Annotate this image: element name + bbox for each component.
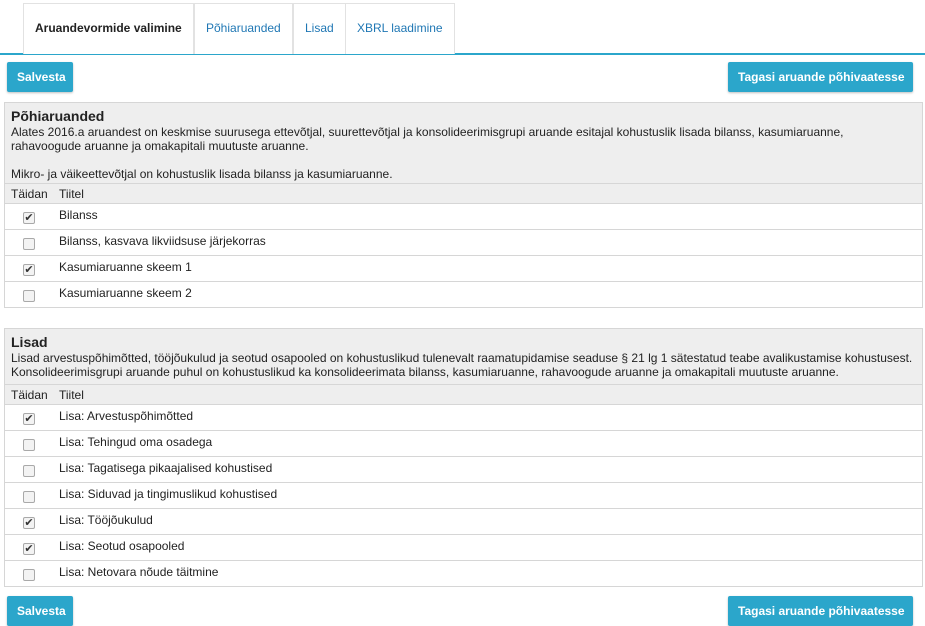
main-reports-header: Põhiaruanded Alates 2016.a aruandest on … xyxy=(5,103,922,183)
checkbox-unchecked[interactable] xyxy=(23,569,35,581)
tab-form-selection[interactable]: Aruandevormide valimine xyxy=(23,3,194,54)
row-title: Kasumiaruanne skeem 2 xyxy=(59,286,192,300)
table-row: ✔ Kasumiaruanne skeem 1 xyxy=(5,255,922,281)
notes-desc-1: Lisad arvestuspõhimõtted, tööjõukulud ja… xyxy=(11,351,913,365)
row-title: Bilanss xyxy=(59,208,98,222)
column-fill: Täidan xyxy=(11,388,48,402)
checkbox-unchecked[interactable] xyxy=(23,465,35,477)
notes-column-header: Täidan Tiitel xyxy=(5,384,922,404)
tab-bar: Aruandevormide valimine Põhiaruanded Lis… xyxy=(0,0,925,55)
row-title: Lisa: Tööjõukulud xyxy=(59,513,153,527)
checkbox-unchecked[interactable] xyxy=(23,439,35,451)
table-row: Lisa: Netovara nõude täitmine xyxy=(5,560,922,586)
checkbox-checked[interactable]: ✔ xyxy=(23,517,35,529)
column-fill: Täidan xyxy=(11,187,48,201)
row-title: Lisa: Seotud osapooled xyxy=(59,539,185,553)
main-reports-description: Alates 2016.a aruandest on keskmise suur… xyxy=(5,125,922,183)
tab-notes[interactable]: Lisad xyxy=(293,3,346,54)
checkbox-unchecked[interactable] xyxy=(23,238,35,250)
row-title: Bilanss, kasvava likviidsuse järjekorras xyxy=(59,234,266,248)
main-reports-section: Põhiaruanded Alates 2016.a aruandest on … xyxy=(4,102,923,308)
table-row: Lisa: Siduvad ja tingimuslikud kohustise… xyxy=(5,482,922,508)
checkbox-unchecked[interactable] xyxy=(23,290,35,302)
table-row: ✔ Lisa: Seotud osapooled xyxy=(5,534,922,560)
notes-description: Lisad arvestuspõhimõtted, tööjõukulud ja… xyxy=(5,351,922,384)
notes-section: Lisad Lisad arvestuspõhimõtted, tööjõuku… xyxy=(4,328,923,587)
notes-header: Lisad Lisad arvestuspõhimõtted, tööjõuku… xyxy=(5,329,922,384)
main-reports-desc-2: Mikro- ja väikeettevõtjal on kohustuslik… xyxy=(11,167,393,181)
main-reports-title: Põhiaruanded xyxy=(11,108,105,124)
notes-title: Lisad xyxy=(11,334,48,350)
column-title: Tiitel xyxy=(59,388,84,402)
table-row: Bilanss, kasvava likviidsuse järjekorras xyxy=(5,229,922,255)
notes-desc-2: Konsolideerimisgrupi aruande puhul on ko… xyxy=(11,365,839,379)
tab-main-reports[interactable]: Põhiaruanded xyxy=(194,3,293,54)
row-title: Kasumiaruanne skeem 1 xyxy=(59,260,192,274)
checkbox-checked[interactable]: ✔ xyxy=(23,413,35,425)
table-row: ✔ Lisa: Tööjõukulud xyxy=(5,508,922,534)
column-title: Tiitel xyxy=(59,187,84,201)
main-reports-desc-1: Alates 2016.a aruandest on keskmise suur… xyxy=(11,125,844,153)
row-title: Lisa: Arvestuspõhimõtted xyxy=(59,409,194,423)
table-row: Kasumiaruanne skeem 2 xyxy=(5,281,922,307)
back-to-main-view-button[interactable]: Tagasi aruande põhivaatesse xyxy=(728,62,913,92)
table-row: ✔ Bilanss xyxy=(5,203,922,229)
row-title: Lisa: Netovara nõude täitmine xyxy=(59,565,219,579)
main-reports-column-header: Täidan Tiitel xyxy=(5,183,922,203)
table-row: Lisa: Tehingud oma osadega xyxy=(5,430,922,456)
checkbox-checked[interactable]: ✔ xyxy=(23,543,35,555)
back-to-main-view-button-bottom[interactable]: Tagasi aruande põhivaatesse xyxy=(728,596,913,626)
table-row: Lisa: Tagatisega pikaajalised kohustised xyxy=(5,456,922,482)
checkbox-checked[interactable]: ✔ xyxy=(23,212,35,224)
save-button[interactable]: Salvesta xyxy=(7,62,73,92)
checkbox-checked[interactable]: ✔ xyxy=(23,264,35,276)
row-title: Lisa: Tehingud oma osadega xyxy=(59,435,213,449)
row-title: Lisa: Tagatisega pikaajalised kohustised xyxy=(59,461,273,475)
row-title: Lisa: Siduvad ja tingimuslikud kohustise… xyxy=(59,487,278,501)
tab-xbrl-upload[interactable]: XBRL laadimine xyxy=(345,3,455,54)
checkbox-unchecked[interactable] xyxy=(23,491,35,503)
save-button-bottom[interactable]: Salvesta xyxy=(7,596,73,626)
table-row: ✔ Lisa: Arvestuspõhimõtted xyxy=(5,404,922,430)
